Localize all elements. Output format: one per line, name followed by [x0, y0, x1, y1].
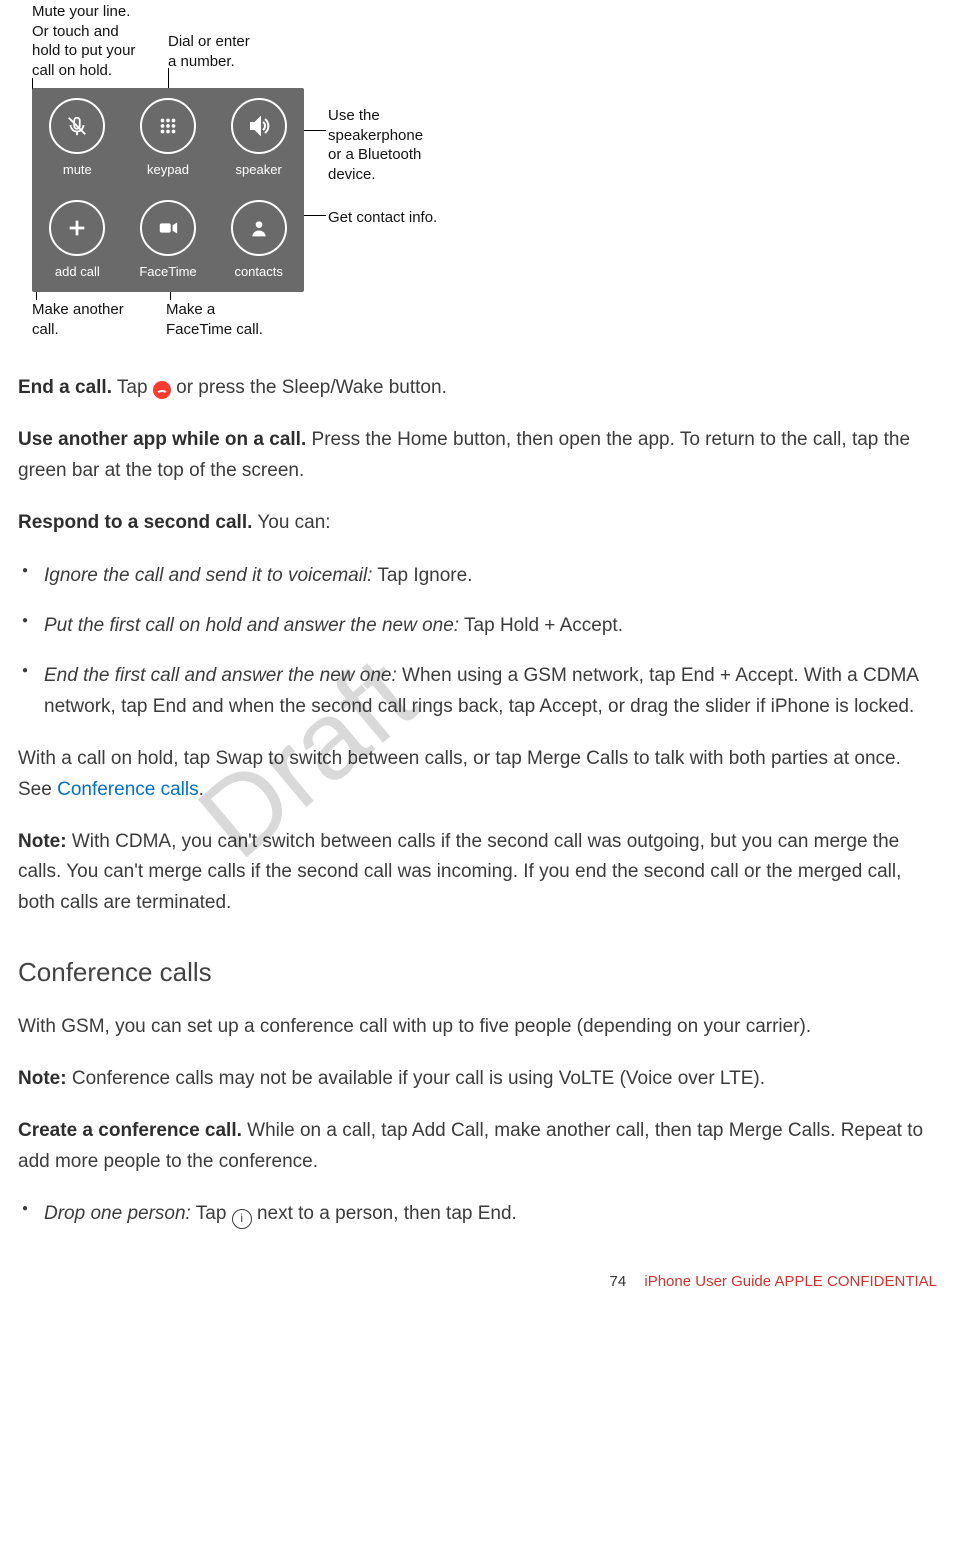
keypad-icon: [140, 98, 196, 154]
contacts-button[interactable]: contacts: [213, 190, 304, 292]
list-item: Ignore the call and send it to voicemail…: [44, 561, 937, 591]
end-call-heading: End a call.: [18, 377, 112, 398]
conference-intro-paragraph: With GSM, you can set up a conference ca…: [18, 1012, 937, 1042]
call-options-figure: Mute your line. Or touch and hold to put…: [18, 0, 937, 345]
conference-calls-heading: Conference calls: [18, 952, 937, 994]
keypad-label: keypad: [147, 160, 189, 181]
addcall-button[interactable]: add call: [32, 190, 123, 292]
facetime-button[interactable]: FaceTime: [123, 190, 214, 292]
swap-merge-paragraph: With a call on hold, tap Swap to switch …: [18, 744, 937, 805]
create-conference-paragraph: Create a conference call. While on a cal…: [18, 1116, 937, 1177]
conference-options-list: Drop one person: Tap i next to a person,…: [18, 1199, 937, 1229]
cdma-note-paragraph: Note: With CDMA, you can't switch betwee…: [18, 827, 937, 918]
end-call-icon: [153, 381, 171, 399]
page-content: Draft Mute your line. Or touch and hold …: [18, 0, 937, 1294]
person-icon: [231, 200, 287, 256]
volte-note-paragraph: Note: Conference calls may not be availa…: [18, 1064, 937, 1094]
callout-addcall: Make another call.: [32, 300, 152, 339]
facetime-label: FaceTime: [139, 262, 196, 283]
list-item: Drop one person: Tap i next to a person,…: [44, 1199, 937, 1229]
addcall-label: add call: [55, 262, 100, 283]
list-item: End the first call and answer the new on…: [44, 661, 937, 722]
use-another-app-paragraph: Use another app while on a call. Press t…: [18, 425, 937, 486]
contacts-label: contacts: [234, 262, 282, 283]
callout-speaker: Use the speakerphone or a Bluetooth devi…: [328, 106, 448, 184]
page-footer: 74 iPhone User Guide APPLE CONFIDENTIAL: [18, 1270, 937, 1294]
plus-icon: [49, 200, 105, 256]
callout-facetime: Make a FaceTime call.: [166, 300, 286, 339]
callout-mute: Mute your line. Or touch and hold to put…: [32, 2, 162, 80]
speaker-button[interactable]: speaker: [213, 88, 304, 190]
call-panel: mute keypad speaker add call: [32, 88, 304, 292]
end-call-paragraph: End a call. Tap or press the Sleep/Wake …: [18, 373, 937, 403]
callout-keypad: Dial or enter a number.: [168, 32, 288, 71]
speaker-icon: [231, 98, 287, 154]
respond-second-call-paragraph: Respond to a second call. You can:: [18, 508, 937, 538]
mute-button[interactable]: mute: [32, 88, 123, 190]
list-item: Put the first call on hold and answer th…: [44, 611, 937, 641]
footer-text: iPhone User Guide APPLE CONFIDENTIAL: [644, 1273, 937, 1290]
video-icon: [140, 200, 196, 256]
conference-calls-link[interactable]: Conference calls: [57, 779, 199, 800]
page-number: 74: [610, 1273, 627, 1290]
callout-contacts: Get contact info.: [328, 208, 468, 228]
mute-icon: [49, 98, 105, 154]
speaker-label: speaker: [236, 160, 282, 181]
keypad-button[interactable]: keypad: [123, 88, 214, 190]
respond-options-list: Ignore the call and send it to voicemail…: [18, 561, 937, 723]
mute-label: mute: [63, 160, 92, 181]
info-icon: i: [232, 1209, 252, 1229]
